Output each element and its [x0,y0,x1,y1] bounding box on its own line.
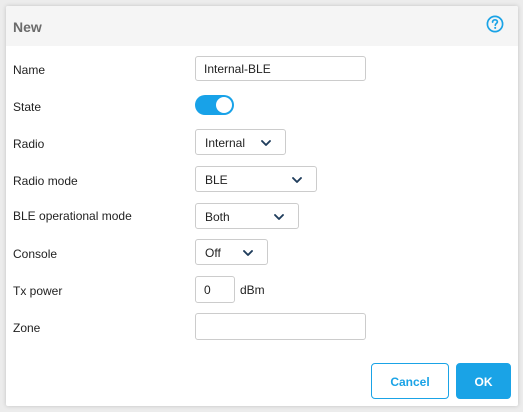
radio-select[interactable]: Internal [195,129,286,155]
dialog-header: New [6,6,518,46]
state-label: State [13,100,42,114]
new-dialog: New Name State Radio Internal Radio mode [6,6,518,406]
radio-select-value: Internal [205,136,246,150]
chevron-down-icon [243,250,253,256]
name-label: Name [13,63,46,77]
tx-power-row: Tx power dBm [6,276,518,306]
ble-operational-mode-label: BLE operational mode [13,209,132,223]
console-label: Console [13,247,58,261]
radio-mode-select-value: BLE [205,173,228,187]
tx-power-input[interactable] [195,276,235,303]
radio-label: Radio [13,137,45,151]
toggle-knob [216,97,232,113]
chevron-down-icon [261,140,271,146]
zone-row: Zone [6,313,518,343]
dialog-title: New [13,19,42,35]
tx-power-label: Tx power [13,284,63,298]
ble-operational-mode-row: BLE operational mode Both [6,203,518,233]
state-row: State [6,92,518,122]
console-select[interactable]: Off [195,239,268,265]
tx-power-unit: dBm [240,283,265,297]
chevron-down-icon [274,214,284,220]
name-row: Name [6,55,518,85]
radio-mode-select[interactable]: BLE [195,166,317,192]
ble-operational-mode-select[interactable]: Both [195,203,299,229]
cancel-button[interactable]: Cancel [371,363,449,399]
radio-mode-label: Radio mode [13,174,78,188]
console-select-value: Off [205,246,221,260]
ok-button[interactable]: OK [456,363,511,399]
radio-mode-row: Radio mode BLE [6,166,518,196]
zone-label: Zone [13,321,41,335]
console-row: Console Off [6,239,518,269]
question-circle-icon[interactable] [486,15,504,33]
zone-input[interactable] [195,313,366,340]
cancel-button-label: Cancel [390,375,430,389]
name-input[interactable] [195,56,366,81]
radio-row: Radio Internal [6,129,518,159]
ok-button-label: OK [474,375,493,389]
chevron-down-icon [292,177,302,183]
ble-operational-mode-select-value: Both [205,210,230,224]
state-toggle[interactable] [195,95,234,115]
